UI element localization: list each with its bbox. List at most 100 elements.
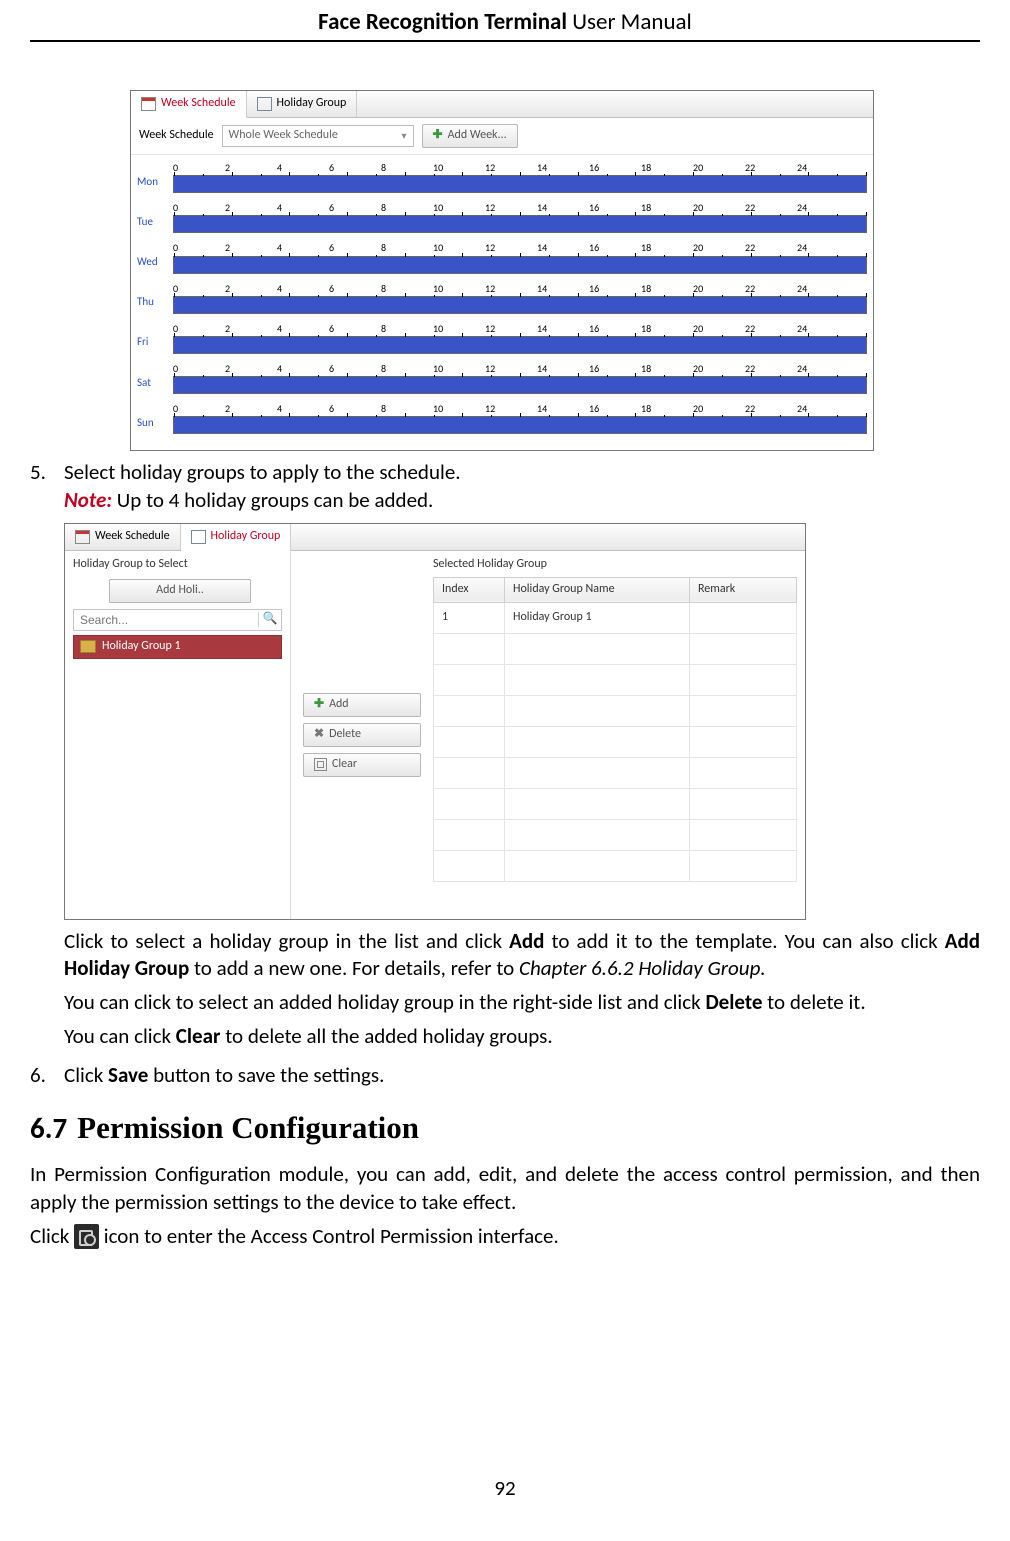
heading-number: 6.7	[30, 1110, 67, 1146]
tab-holiday-group[interactable]: Holiday Group	[247, 91, 358, 117]
select-value: Whole Week Schedule	[229, 128, 338, 144]
delete-button[interactable]: ✖ Delete	[303, 723, 421, 747]
day-row: Thu024681012141618202224	[137, 282, 867, 314]
table-row	[434, 819, 797, 850]
holiday-group-left-panel: Holiday Group to Select Add Holi.. 🔍	[65, 551, 291, 919]
button-label: Delete	[329, 727, 361, 743]
time-bar[interactable]	[173, 296, 867, 314]
header-light: User Manual	[567, 8, 692, 36]
time-bar[interactable]	[173, 376, 867, 394]
table-row	[434, 695, 797, 726]
tab-label: Week Schedule	[95, 529, 170, 545]
time-bar[interactable]	[173, 175, 867, 193]
table-row	[434, 850, 797, 881]
col-remark: Remark	[690, 577, 797, 602]
table-row	[434, 757, 797, 788]
calendar-icon	[75, 530, 90, 544]
group-icon	[191, 530, 206, 544]
step-text: Select holiday groups to apply to the sc…	[64, 459, 980, 487]
search-box[interactable]: 🔍	[73, 609, 282, 631]
paragraph: You can click Clear to delete all the ad…	[64, 1023, 980, 1051]
toolbar: Week Schedule Whole Week Schedule ▾ ✚ Ad…	[131, 118, 873, 155]
day-label: Thu	[137, 295, 173, 314]
search-icon[interactable]: 🔍	[258, 612, 281, 628]
tab-bar: Week Schedule Holiday Group	[65, 524, 805, 551]
table-row[interactable]: 1Holiday Group 1	[434, 602, 797, 633]
add-button[interactable]: ✚ Add	[303, 693, 421, 717]
day-label: Fri	[137, 335, 173, 354]
figure-week-schedule: Week Schedule Holiday Group Week Schedul…	[130, 90, 874, 451]
transfer-buttons: ✚ Add ✖ Delete Clear	[291, 551, 425, 919]
field-label: Week Schedule	[139, 128, 214, 144]
list-item: 5. Select holiday groups to apply to the…	[30, 459, 980, 1056]
add-week-button[interactable]: ✚ Add Week...	[422, 124, 518, 148]
paragraph: Click icon to enter the Access Control P…	[30, 1223, 980, 1251]
table-row	[434, 664, 797, 695]
plus-icon: ✚	[433, 128, 443, 144]
note-label: Note:	[64, 487, 112, 513]
button-label: Add	[329, 697, 349, 713]
chevron-down-icon: ▾	[402, 129, 407, 142]
day-row: Tue024681012141618202224	[137, 201, 867, 233]
paragraph: Click to select a holiday group in the l…	[64, 928, 980, 983]
note-text: Up to 4 holiday groups can be added.	[112, 487, 433, 513]
heading-text: Permission Configuration	[77, 1110, 419, 1145]
holiday-group-item-selected[interactable]: Holiday Group 1	[73, 635, 282, 659]
tab-label: Holiday Group	[211, 529, 281, 545]
panel-title: Selected Holiday Group	[433, 557, 797, 573]
folder-icon	[80, 640, 96, 653]
time-bar[interactable]	[173, 416, 867, 434]
day-label: Sat	[137, 376, 173, 395]
x-icon: ✖	[314, 727, 324, 743]
tab-week-schedule[interactable]: Week Schedule	[65, 524, 181, 550]
clear-button[interactable]: Clear	[303, 753, 421, 777]
week-schedule-select[interactable]: Whole Week Schedule ▾	[222, 125, 414, 147]
button-label: Add Holi..	[156, 583, 204, 599]
panel-title: Holiday Group to Select	[65, 551, 290, 573]
day-row: Sun024681012141618202224	[137, 402, 867, 434]
paragraph: You can click to select an added holiday…	[64, 989, 980, 1017]
selected-holiday-panel: Selected Holiday Group Index Holiday Gro…	[425, 551, 805, 919]
figure-holiday-group: Week Schedule Holiday Group Holiday Grou…	[64, 523, 806, 920]
day-label: Sun	[137, 416, 173, 435]
time-bar[interactable]	[173, 336, 867, 354]
table-row	[434, 633, 797, 664]
step-text: Click Save button to save the settings.	[64, 1062, 980, 1090]
section-heading: 6.7 Permission Configuration	[30, 1108, 980, 1149]
calendar-icon	[141, 97, 156, 111]
table-row	[434, 788, 797, 819]
tab-label: Holiday Group	[277, 96, 347, 112]
day-label: Wed	[137, 255, 173, 274]
schedule-grid: Mon024681012141618202224 Tue0246810121416…	[131, 155, 873, 450]
list-number: 5.	[30, 459, 64, 1056]
add-holiday-button[interactable]: Add Holi..	[109, 579, 251, 603]
page-number: 92	[0, 1475, 1010, 1501]
tab-holiday-group[interactable]: Holiday Group	[181, 524, 292, 551]
tab-bar: Week Schedule Holiday Group	[131, 91, 873, 118]
button-label: Add Week...	[448, 128, 507, 144]
search-input[interactable]	[74, 613, 258, 627]
tab-week-schedule[interactable]: Week Schedule	[131, 91, 247, 118]
day-label: Tue	[137, 215, 173, 234]
tab-label: Week Schedule	[161, 96, 236, 112]
list-item: 6. Click Save button to save the setting…	[30, 1062, 980, 1090]
col-index: Index	[434, 577, 505, 602]
day-row: Mon024681012141618202224	[137, 161, 867, 193]
paragraph: In Permission Configuration module, you …	[30, 1161, 980, 1216]
time-bar[interactable]	[173, 215, 867, 233]
header-bold: Face Recognition Terminal	[318, 8, 567, 36]
day-row: Sat024681012141618202224	[137, 362, 867, 394]
time-bar[interactable]	[173, 256, 867, 274]
day-row: Wed024681012141618202224	[137, 241, 867, 273]
item-label: Holiday Group 1	[102, 639, 181, 655]
table-row	[434, 726, 797, 757]
button-label: Clear	[332, 757, 357, 773]
col-name: Holiday Group Name	[505, 577, 690, 602]
note-line: Note: Up to 4 holiday groups can be adde…	[64, 487, 980, 515]
group-icon	[257, 97, 272, 111]
permission-icon	[74, 1224, 99, 1249]
day-label: Mon	[137, 175, 173, 194]
clear-icon	[314, 758, 327, 771]
plus-icon: ✚	[314, 697, 324, 713]
day-row: Fri024681012141618202224	[137, 322, 867, 354]
